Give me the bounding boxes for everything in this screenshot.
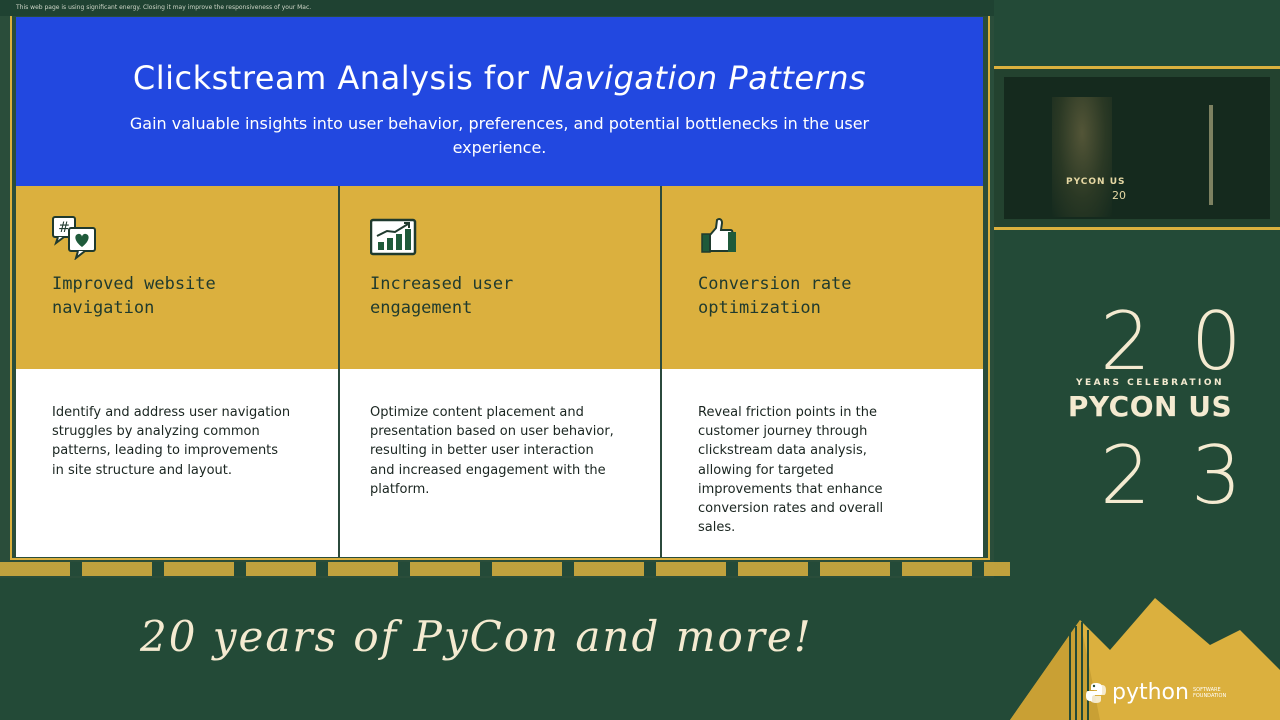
slide-title-emphasis: Navigation Patterns <box>540 59 867 97</box>
year-bottom-digits: 23 <box>1100 429 1280 522</box>
slide-header: Clickstream Analysis for Navigation Patt… <box>16 17 983 186</box>
feature-description-navigation: Identify and address user navigation str… <box>52 405 291 478</box>
slide-title-main: Clickstream Analysis for <box>132 59 541 97</box>
tagline-script: 20 years of PyCon and more! <box>140 612 813 661</box>
camera-video: PYCON US 20 <box>1004 77 1270 219</box>
speaker-silhouette <box>1052 97 1112 217</box>
presentation-slide: Clickstream Analysis for Navigation Patt… <box>16 17 983 557</box>
speaker-camera-feed: PYCON US 20 <box>994 66 1280 230</box>
python-foundation-label: SOFTWARE FOUNDATION <box>1192 686 1227 699</box>
bar-chart-trend-icon <box>370 218 417 256</box>
feature-description-engagement: Optimize content placement and presentat… <box>370 405 614 497</box>
year-top-digits: 20 <box>1100 295 1280 388</box>
feature-title-conversion: Conversion rate optimization <box>698 274 852 318</box>
python-wordmark: python <box>1112 680 1189 705</box>
podium-light <box>1209 105 1213 205</box>
feature-card-conversion-body: Reveal friction points in the customer j… <box>662 369 983 557</box>
thumbs-up-icon <box>701 218 736 253</box>
camera-banner-label: PYCON US <box>1066 177 1126 187</box>
feature-card-engagement-body: Optimize content placement and presentat… <box>340 369 660 557</box>
python-foundation-logo: python SOFTWARE FOUNDATION <box>1084 680 1229 705</box>
camera-banner-year: 20 <box>1112 189 1126 202</box>
decorative-strip <box>0 562 1010 576</box>
feature-card-engagement-header: Increased user engagement <box>340 186 660 369</box>
feature-description-conversion: Reveal friction points in the customer j… <box>698 405 884 536</box>
feature-card-navigation-body: Identify and address user navigation str… <box>16 369 338 557</box>
pycon-us-wordmark: PYCON US <box>1067 390 1233 423</box>
energy-warning-bar: This web page is using significant energ… <box>0 0 994 16</box>
feature-card-navigation-header: # Improved website navigation <box>16 186 338 369</box>
hashtag-heart-chat-icon: # <box>52 216 96 260</box>
feature-title-navigation: Improved website navigation <box>52 274 216 318</box>
slide-subtitle: Gain valuable insights into user behavio… <box>129 114 870 157</box>
feature-card-conversion-header: Conversion rate optimization <box>662 186 983 369</box>
feature-title-engagement: Increased user engagement <box>370 274 514 318</box>
years-celebration-label: YEARS CELEBRATION <box>1075 378 1225 388</box>
slide-title: Clickstream Analysis for Navigation Patt… <box>16 59 983 97</box>
python-logo-icon <box>1086 682 1106 703</box>
